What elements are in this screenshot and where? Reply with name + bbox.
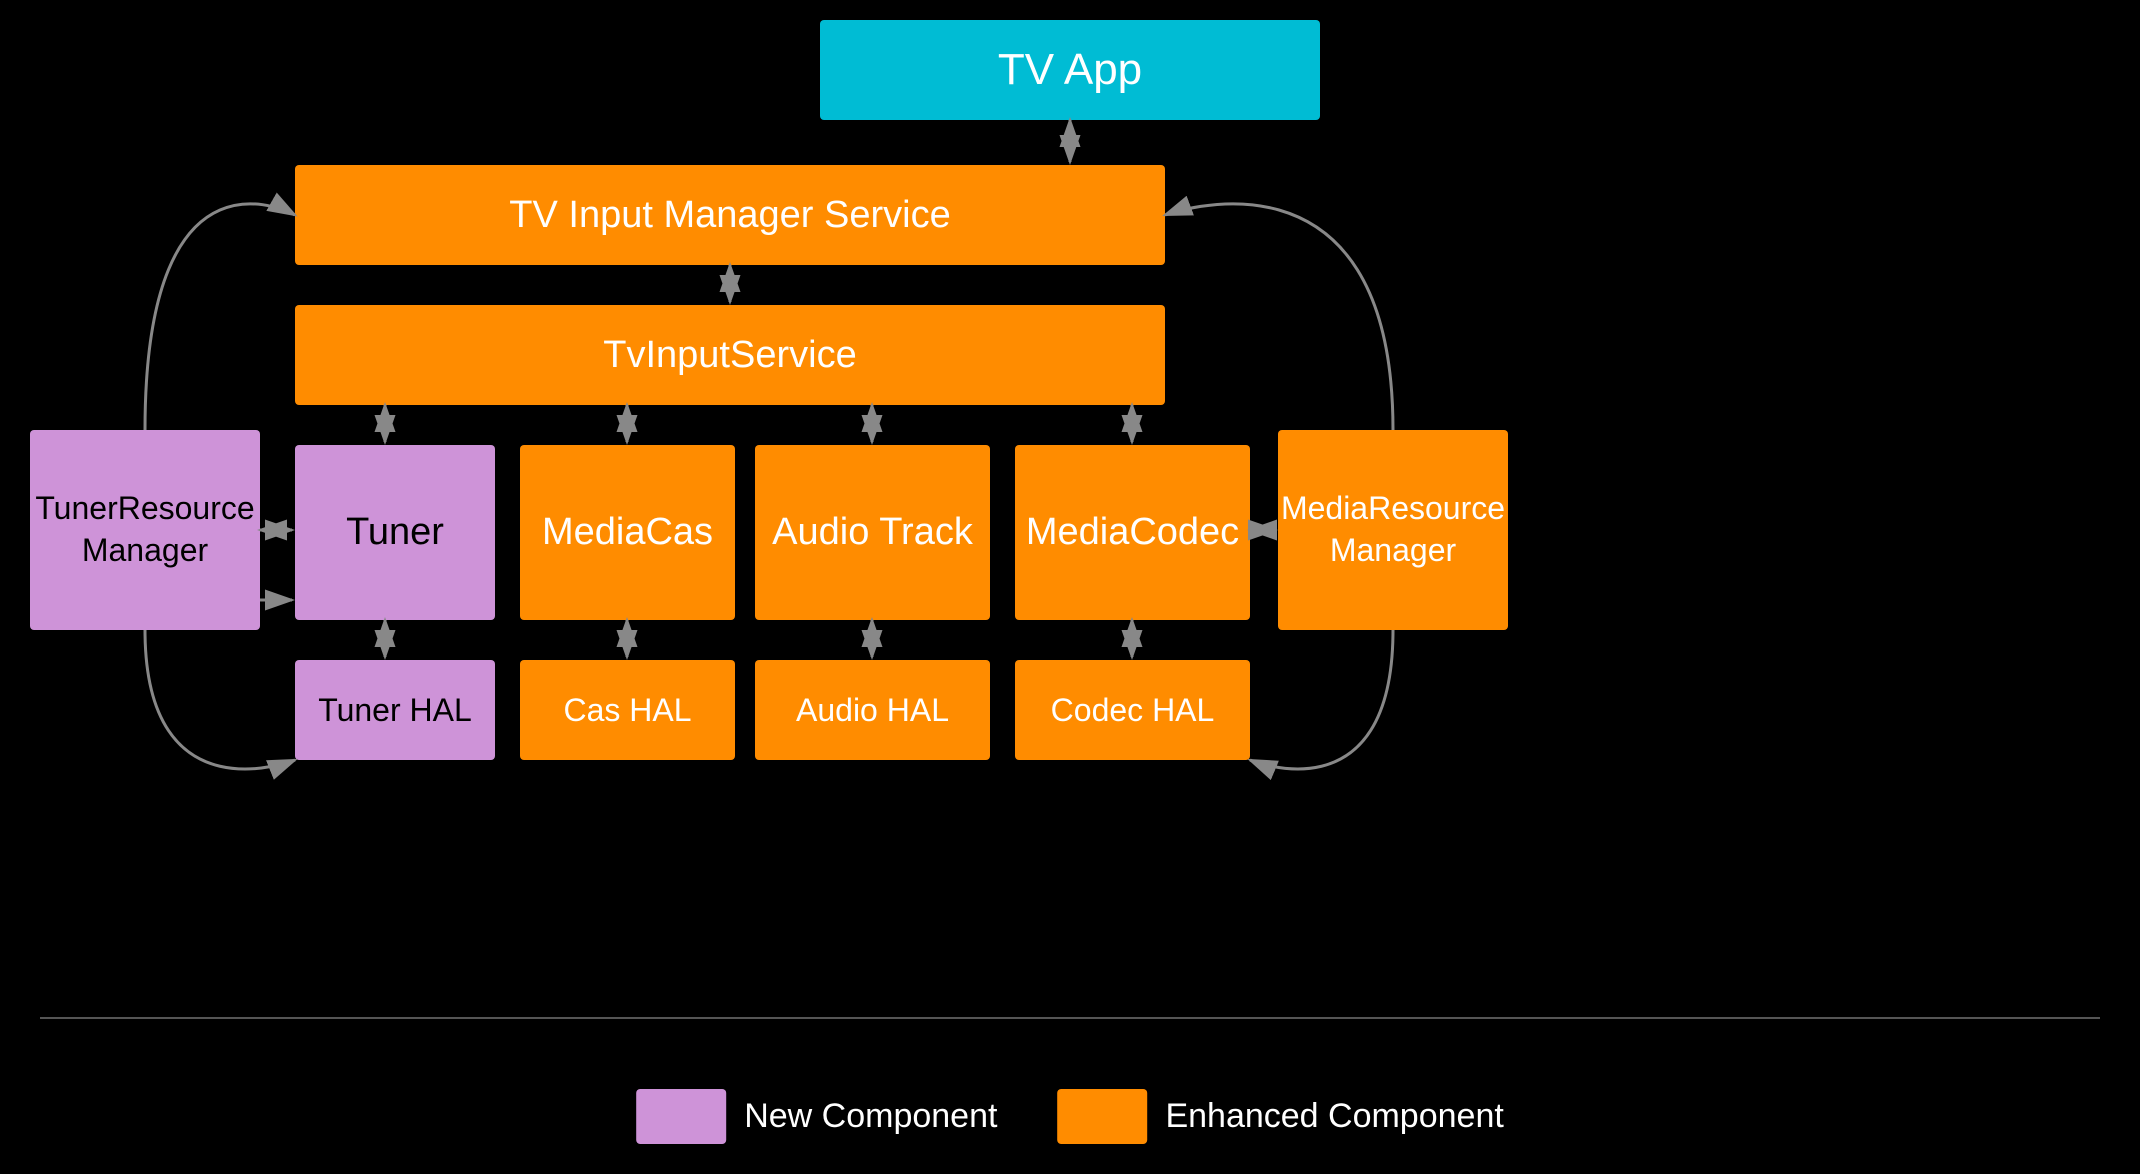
diagram: TV App TV Input Manager Service TvInputS… [0,0,2140,1174]
legend-enhanced-component: Enhanced Component [1057,1089,1503,1144]
audio-hal-box: Audio HAL [755,660,990,760]
legend-enhanced-component-label: Enhanced Component [1165,1097,1503,1136]
tv-input-manager-box: TV Input Manager Service [295,165,1165,265]
cas-hal-box: Cas HAL [520,660,735,760]
tuner-box: Tuner [295,445,495,620]
tv-app-box: TV App [820,20,1320,120]
legend-new-component-label: New Component [744,1097,997,1136]
codec-hal-box: Codec HAL [1015,660,1250,760]
legend-enhanced-component-box [1057,1089,1147,1144]
tuner-hal-box: Tuner HAL [295,660,495,760]
tv-input-service-box: TvInputService [295,305,1165,405]
legend-divider [40,1017,2100,1019]
legend-new-component-box [636,1089,726,1144]
legend-new-component: New Component [636,1089,997,1144]
tuner-resource-manager-box: TunerResource Manager [30,430,260,630]
media-resource-manager-box: MediaResource Manager [1278,430,1508,630]
media-codec-box: MediaCodec [1015,445,1250,620]
audio-track-box: Audio Track [755,445,990,620]
legend: New Component Enhanced Component [636,1089,1504,1144]
media-cas-box: MediaCas [520,445,735,620]
